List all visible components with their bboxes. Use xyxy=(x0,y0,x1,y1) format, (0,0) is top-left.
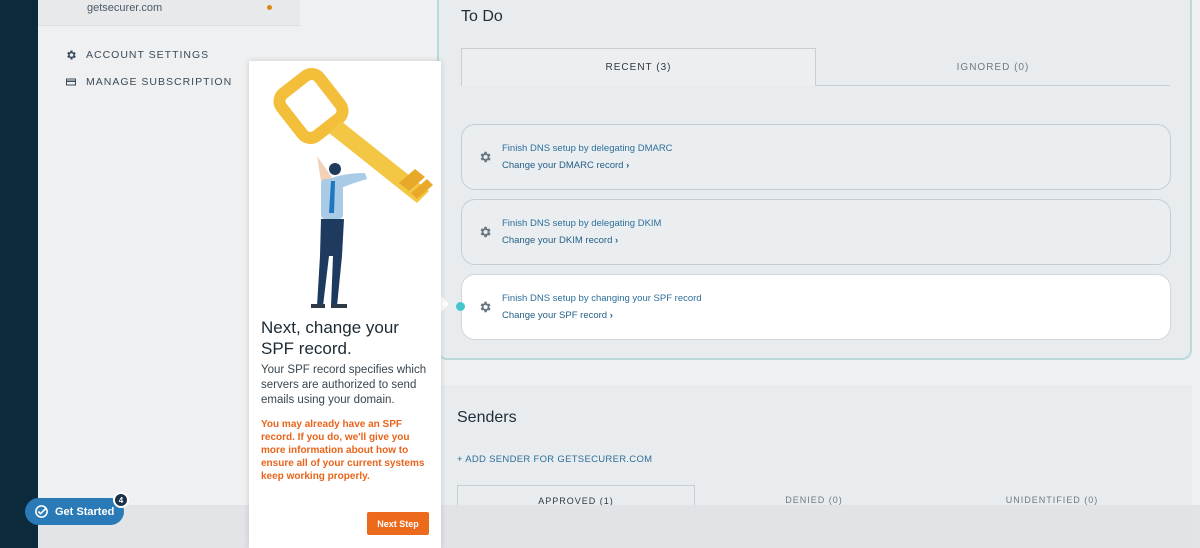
gear-icon xyxy=(67,50,76,60)
task-dkim[interactable]: Finish DNS setup by delegating DKIM Chan… xyxy=(461,199,1171,265)
task-title[interactable]: Finish DNS setup by delegating DKIM xyxy=(502,218,661,229)
left-rail xyxy=(0,0,38,548)
onboarding-popover: Next, change your SPF record. Your SPF r… xyxy=(249,61,441,548)
domain-row[interactable]: getsecurer.com xyxy=(38,0,300,26)
task-dmarc[interactable]: Finish DNS setup by delegating DMARC Cha… xyxy=(461,124,1171,190)
chevron-right-icon: › xyxy=(615,235,619,246)
popover-warning: You may already have an SPF record. If y… xyxy=(261,419,425,482)
tour-connector-dot xyxy=(456,302,465,311)
status-dot xyxy=(267,5,272,10)
todo-title: To Do xyxy=(461,8,503,25)
task-link[interactable]: Change your SPF record › xyxy=(502,310,613,321)
key-illustration xyxy=(273,67,433,308)
popover-description: Your SPF record specifies which servers … xyxy=(261,364,427,406)
account-settings-label: ACCOUNT SETTINGS xyxy=(86,49,210,61)
task-link[interactable]: Change your DKIM record › xyxy=(502,235,618,246)
gear-icon xyxy=(480,226,491,238)
account-settings-link[interactable]: ACCOUNT SETTINGS xyxy=(65,49,209,61)
task-title[interactable]: Finish DNS setup by delegating DMARC xyxy=(502,143,673,154)
senders-title: Senders xyxy=(457,409,517,426)
tab-recent[interactable]: RECENT (3) xyxy=(461,48,816,86)
task-link-label: Change your DMARC record xyxy=(502,160,624,171)
gear-icon xyxy=(480,151,491,163)
chevron-right-icon: › xyxy=(609,310,613,321)
add-sender-link[interactable]: + ADD SENDER FOR GETSECURER.COM xyxy=(457,454,652,465)
task-title[interactable]: Finish DNS setup by changing your SPF re… xyxy=(502,293,702,304)
next-step-button[interactable]: Next Step xyxy=(367,512,429,535)
task-link[interactable]: Change your DMARC record › xyxy=(502,160,629,171)
overlay-shade xyxy=(38,505,1200,548)
domain-name: getsecurer.com xyxy=(87,2,163,14)
todo-tabs: RECENT (3) IGNORED (0) xyxy=(461,48,1170,86)
get-started-label: Get Started xyxy=(55,505,115,518)
manage-subscription-label: MANAGE SUBSCRIPTION xyxy=(86,76,233,88)
credit-card-icon xyxy=(66,78,76,86)
popover-title: Next, change your SPF record. xyxy=(261,318,399,358)
check-circle-icon xyxy=(35,505,48,518)
notification-badge: 4 xyxy=(113,492,129,508)
todo-card: To Do RECENT (3) IGNORED (0) Finish DNS … xyxy=(437,0,1192,360)
manage-subscription-link[interactable]: MANAGE SUBSCRIPTION xyxy=(65,76,232,88)
chevron-right-icon: › xyxy=(626,160,630,171)
gear-icon xyxy=(480,301,491,313)
task-link-label: Change your SPF record xyxy=(502,310,608,321)
get-started-button[interactable]: Get Started xyxy=(25,498,124,525)
task-link-label: Change your DKIM record xyxy=(502,235,613,246)
tab-ignored[interactable]: IGNORED (0) xyxy=(816,48,1170,86)
task-spf[interactable]: Finish DNS setup by changing your SPF re… xyxy=(456,274,1171,340)
